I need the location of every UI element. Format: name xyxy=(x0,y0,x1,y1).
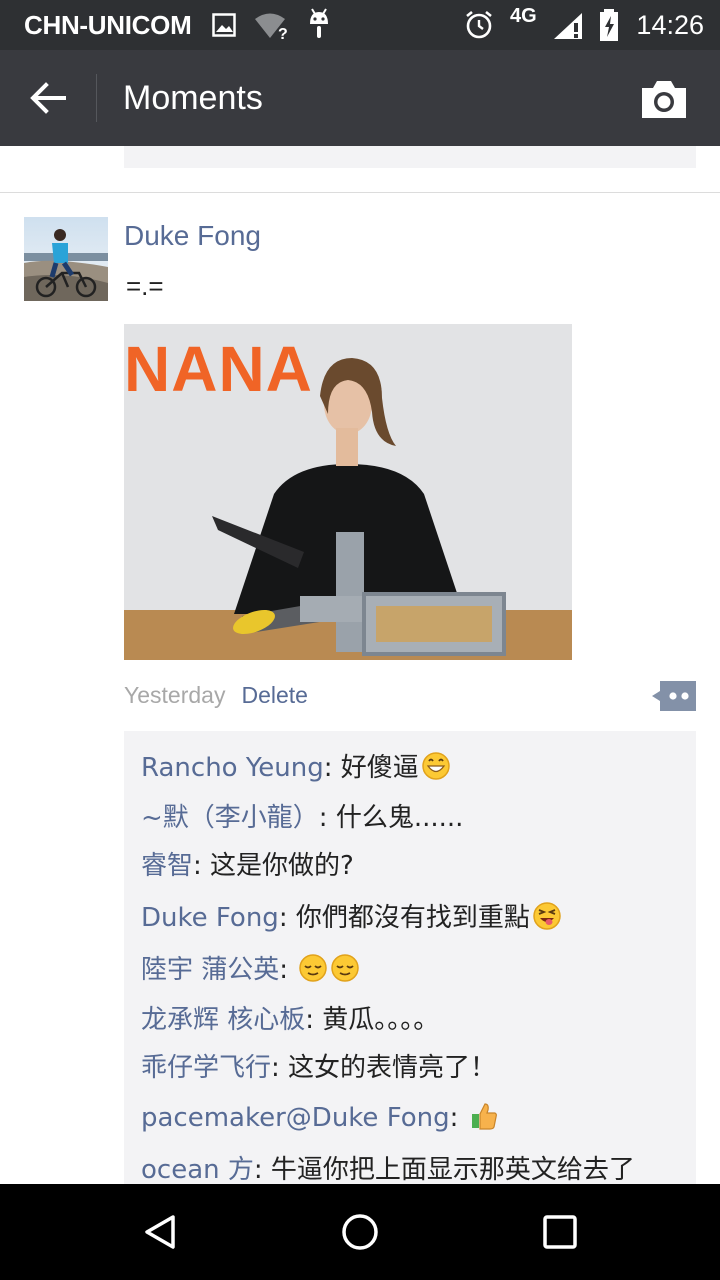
comment-author[interactable]: 乖仔学飞行 xyxy=(141,1053,271,1083)
system-nav-bar xyxy=(0,1184,720,1280)
comment-row[interactable]: pacemaker@Duke Fong: xyxy=(141,1101,499,1133)
comment-text: : xyxy=(279,955,297,985)
arrow-left-icon[interactable] xyxy=(24,74,74,122)
carrier-label: CHN-UNICOM xyxy=(24,10,192,40)
comment-author[interactable]: 陸宇 蒲公英 xyxy=(141,955,279,985)
comment-row[interactable]: Duke Fong: 你們都沒有找到重點 xyxy=(141,897,562,934)
battery-charging-icon xyxy=(600,9,618,41)
relieved-emoji-icon xyxy=(331,954,360,982)
comment-text: : 好傻逼 xyxy=(323,753,419,783)
comment-text: : 你們都沒有找到重點 xyxy=(278,903,530,933)
grin-emoji-icon xyxy=(422,752,450,780)
comment-text: : 黄瓜。。。。 xyxy=(305,1005,440,1035)
comment-author[interactable]: Rancho Yeung xyxy=(141,753,324,783)
relieved-emoji-icon xyxy=(299,954,328,982)
post-meta: Yesterday Delete xyxy=(124,682,308,709)
nav-back-icon[interactable] xyxy=(140,1212,180,1252)
alarm-icon xyxy=(466,10,492,39)
page-title: Moments xyxy=(123,79,263,117)
comment-row[interactable]: ~默（李小龍）: 什么鬼...... xyxy=(141,797,463,834)
signal-icon xyxy=(554,13,582,39)
post-photo[interactable]: NANA xyxy=(124,324,572,660)
comment-menu-icon[interactable] xyxy=(652,681,696,711)
comment-row[interactable]: 龙承辉 核心板: 黄瓜。。。。 xyxy=(141,999,439,1036)
avatar[interactable] xyxy=(24,217,108,301)
wifi-unknown-icon: ? xyxy=(255,13,288,40)
post-text: =.= xyxy=(126,271,164,301)
image-icon xyxy=(212,13,236,37)
thumbs-up-emoji-icon xyxy=(471,1103,497,1130)
svg-text:?: ? xyxy=(278,26,288,40)
comment-row[interactable]: 陸宇 蒲公英: xyxy=(141,949,360,986)
comment-row[interactable]: 乖仔学飞行: 这女的表情亮了！ xyxy=(141,1047,496,1084)
comment-text: : 这是你做的? xyxy=(193,851,354,881)
comment-text: : 这女的表情亮了！ xyxy=(271,1053,497,1083)
network-type: 4G xyxy=(510,5,537,27)
toolbar-divider xyxy=(96,74,97,122)
app-toolbar: Moments xyxy=(0,50,720,146)
squint-tongue-emoji-icon xyxy=(533,902,561,930)
comment-row[interactable]: ocean 方: 牛逼你把上面显示那英文给去了 xyxy=(141,1149,635,1186)
comment-text: : 什么鬼...... xyxy=(318,803,464,833)
comment-author[interactable]: ~默（李小龍） xyxy=(141,803,319,833)
comment-row[interactable]: Rancho Yeung: 好傻逼 xyxy=(141,747,451,784)
previous-comment-box xyxy=(124,146,696,168)
camera-icon[interactable] xyxy=(640,78,688,120)
comment-list: Rancho Yeung: 好傻逼 ~默（李小龍）: 什么鬼...... 睿智: 这… xyxy=(124,731,696,1191)
clock: 14:26 xyxy=(636,10,704,40)
post-author[interactable]: Duke Fong xyxy=(124,220,261,252)
nav-recents-icon[interactable] xyxy=(540,1212,580,1252)
comment-row[interactable]: 睿智: 这是你做的? xyxy=(141,845,354,882)
comment-author[interactable]: pacemaker@Duke Fong xyxy=(141,1103,450,1133)
comment-author[interactable]: 睿智 xyxy=(141,851,193,881)
comment-author[interactable]: ocean 方 xyxy=(141,1155,254,1185)
comment-author[interactable]: Duke Fong xyxy=(141,903,279,933)
comment-text: : xyxy=(449,1103,467,1133)
photo-overlay-text: NANA xyxy=(124,333,313,405)
comment-author[interactable]: 龙承辉 核心板 xyxy=(141,1005,305,1035)
post-separator xyxy=(0,192,720,193)
post-time: Yesterday xyxy=(124,682,226,708)
comment-text: : 牛逼你把上面显示那英文给去了 xyxy=(253,1155,635,1185)
delete-link[interactable]: Delete xyxy=(241,682,307,708)
status-bar: CHN-UNICOM ? 4G 14:26 xyxy=(0,0,720,50)
android-icon xyxy=(310,8,328,38)
nav-home-icon[interactable] xyxy=(340,1212,380,1252)
